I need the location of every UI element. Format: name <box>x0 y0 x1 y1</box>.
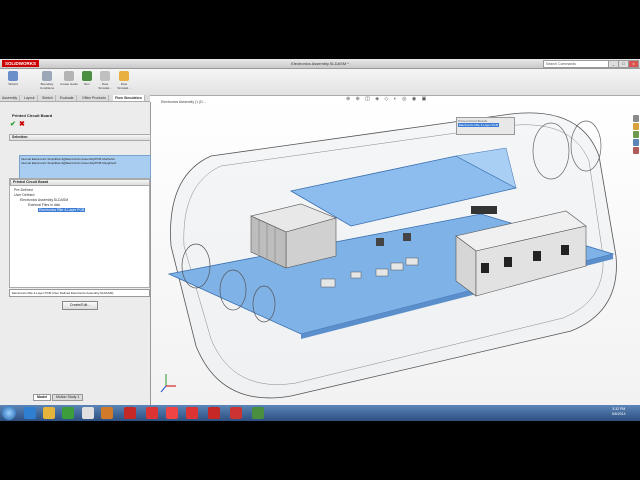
transistor <box>504 257 512 267</box>
transistor <box>481 263 489 273</box>
tab-evaluate[interactable]: Evaluate <box>58 95 77 101</box>
coordinate-triad <box>160 374 176 393</box>
flow-icon <box>100 71 110 81</box>
chip <box>471 206 497 214</box>
run-icon <box>82 71 92 81</box>
design-library-icon[interactable] <box>633 123 639 130</box>
flow-simulation-button-1[interactable]: Flow Simulati... <box>96 71 114 93</box>
pcb-section-header[interactable]: Printed Circuit Board <box>10 179 150 186</box>
bottom-tabs: Model Motion Study 1 <box>0 394 150 401</box>
pcb-material-select[interactable]: Electronics Rite 4-Layer PCB (User Defin… <box>9 289 150 297</box>
chrome-icon[interactable] <box>82 407 94 419</box>
selection-section-header[interactable]: Selection <box>9 134 151 141</box>
flow-taskbar-icon[interactable] <box>252 407 264 419</box>
search-commands-input[interactable]: Search Commands <box>543 60 609 68</box>
tree-item-predefined[interactable]: Pre-Defined <box>14 188 33 192</box>
tab-motion-study[interactable]: Motion Study 1 <box>52 394 84 401</box>
explorer-icon[interactable] <box>43 407 55 419</box>
assembly-model[interactable] <box>151 96 640 410</box>
start-button[interactable] <box>2 406 16 420</box>
solidworks-taskbar-icon-5[interactable] <box>208 407 220 419</box>
solidworks-taskbar-icon-6[interactable] <box>230 407 242 419</box>
tab-flow-simulation[interactable]: Flow Simulation <box>113 95 145 101</box>
appearances-icon[interactable] <box>633 147 639 154</box>
tab-sketch[interactable]: Sketch <box>40 95 56 101</box>
ribbon-label: Create Goals <box>60 82 78 86</box>
tree-item-user-defined[interactable]: User Defined <box>14 193 34 197</box>
ribbon-label: Boundary Conditions <box>39 82 55 90</box>
flow3-icon <box>119 71 129 81</box>
connector <box>320 278 336 288</box>
clock[interactable]: 3:32 PM 6/6/2014 <box>612 407 626 417</box>
solidworks-taskbar-icon-3[interactable] <box>166 407 178 419</box>
tab-model[interactable]: Model <box>33 394 52 401</box>
boundary-conditions-button[interactable]: Boundary Conditions <box>36 71 58 93</box>
clock-date: 6/6/2014 <box>612 412 626 416</box>
goals-icon <box>64 71 74 81</box>
cancel-icon[interactable]: ✖ <box>19 120 25 128</box>
title-bar: SOLIDWORKS Electronics Assembly.SLDASM *… <box>0 59 640 69</box>
create-goals-button[interactable]: Create Goals <box>60 71 78 93</box>
tab-assembly[interactable]: Assembly <box>0 95 21 101</box>
ribbon-label: Wizard <box>8 82 18 86</box>
chip <box>376 238 384 246</box>
transistor <box>533 251 541 261</box>
tree-item-4-layer-pcb[interactable]: Electronics Rite 4-Layer PCB <box>38 208 86 212</box>
solidworks-taskbar-icon-2[interactable] <box>146 407 158 419</box>
selection-item[interactable]: Internal Electronics Simplified-3@Electr… <box>21 161 149 165</box>
graphics-viewport[interactable]: Electronics Assembly (1 (D... ⊕ ⊕ ◫ ◈ ◇ … <box>151 96 640 410</box>
tab-office-products[interactable]: Office Products <box>80 95 109 101</box>
ribbon-label: Run <box>84 82 90 86</box>
command-manager-ribbon: Wizard Boundary Conditions Create Goals … <box>0 69 640 96</box>
solidworks-taskbar-icon[interactable] <box>124 407 136 419</box>
connector <box>405 257 419 266</box>
pcb-tooltip: Printed Circuit Boards Electronics Rite … <box>456 117 515 135</box>
ribbon-label: Flow Simulati... <box>117 82 131 90</box>
paint-icon[interactable] <box>101 407 113 419</box>
application-window: SOLIDWORKS Electronics Assembly.SLDASM *… <box>0 59 640 421</box>
pcb-tree: Printed Circuit Board Pre-Defined User D… <box>9 178 150 288</box>
command-tabs: Assembly Layout Sketch Evaluate Office P… <box>0 95 150 102</box>
ok-icon[interactable]: ✔ <box>10 120 16 128</box>
wizard-button[interactable]: Wizard <box>4 71 22 93</box>
ie-icon[interactable] <box>24 407 36 419</box>
connector <box>350 271 362 279</box>
panel-title: Printed Circuit Board <box>12 113 53 118</box>
chip <box>403 233 411 241</box>
resources-icon[interactable] <box>633 115 639 122</box>
transistor <box>561 245 569 255</box>
taskbar: 3:32 PM 6/6/2014 <box>0 405 640 421</box>
close-button[interactable]: x <box>628 60 639 68</box>
tree-item-assembly[interactable]: Electronics Assembly.SLDASM <box>20 198 68 202</box>
task-pane-strip <box>632 114 640 174</box>
tree-item-external-files[interactable]: External Files in disk <box>28 203 60 207</box>
flow-simulation-button-2[interactable]: Flow Simulati... <box>115 71 133 93</box>
ribbon-label: Flow Simulati... <box>98 82 112 90</box>
tab-layout[interactable]: Layout <box>22 95 38 101</box>
file-explorer-icon[interactable] <box>633 131 639 138</box>
media-icon[interactable] <box>62 407 74 419</box>
tooltip-value: Electronics Rite 4-Layer PCB <box>458 123 499 127</box>
connector <box>390 262 404 271</box>
solidworks-taskbar-icon-4[interactable] <box>186 407 198 419</box>
wizard-icon <box>8 71 18 81</box>
run-button[interactable]: Run <box>78 71 96 93</box>
view-palette-icon[interactable] <box>633 139 639 146</box>
boundary-icon <box>42 71 52 81</box>
connector <box>375 268 389 277</box>
create-edit-button[interactable]: Create/Edit... <box>62 301 98 310</box>
